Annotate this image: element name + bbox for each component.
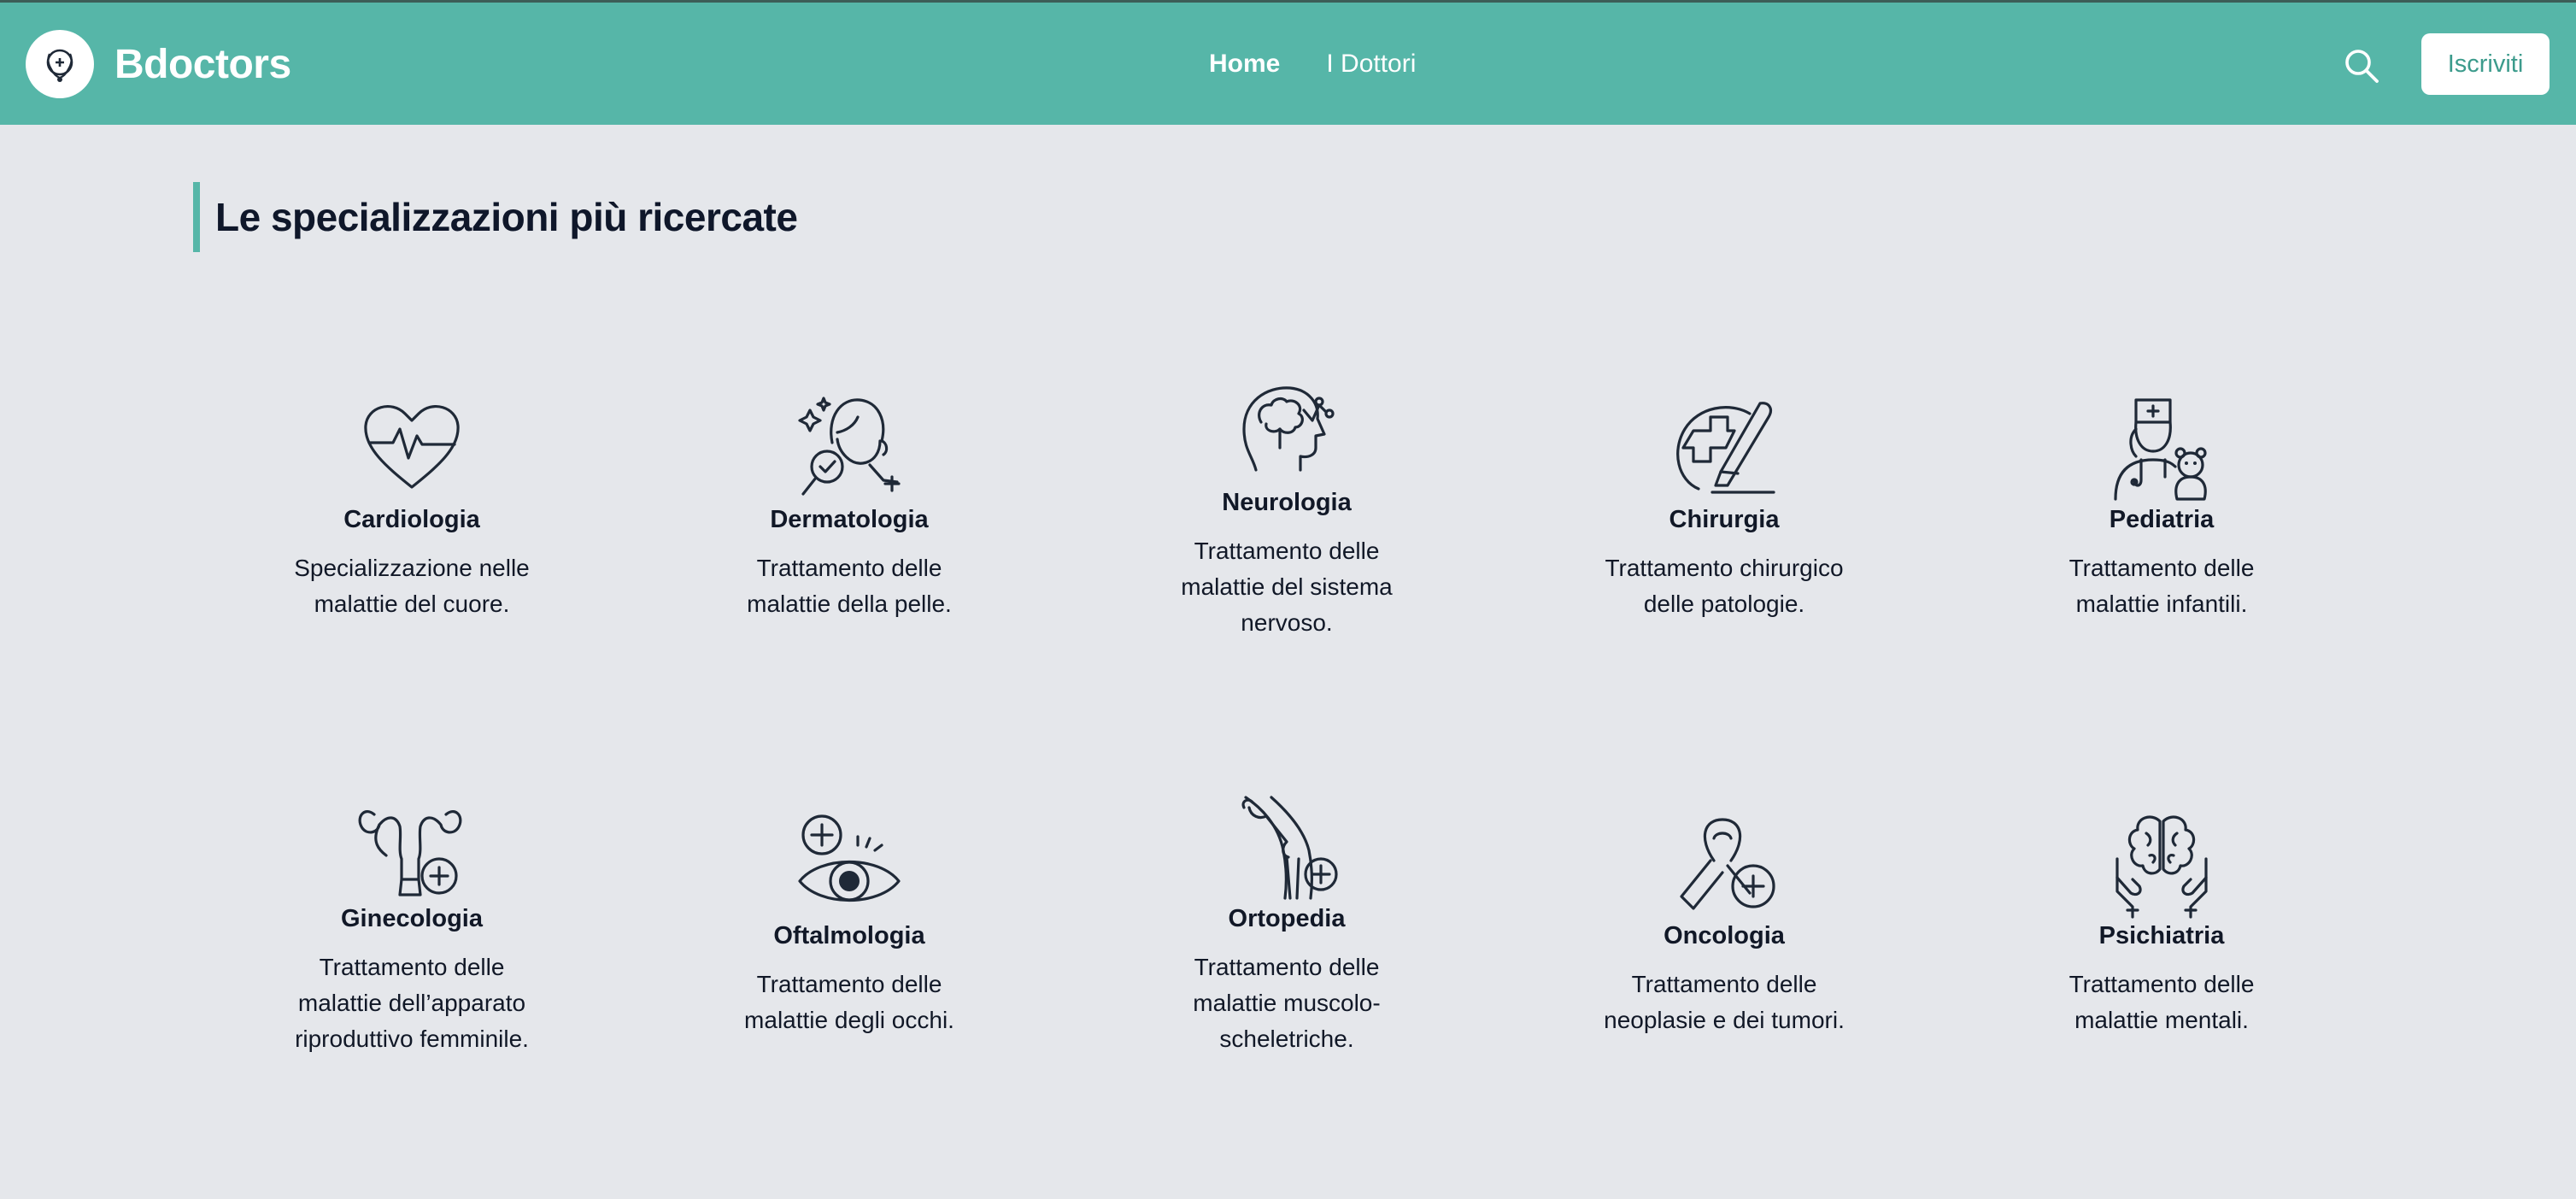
search-button[interactable] [2338,42,2385,90]
specialization-name: Dermatologia [770,506,929,533]
specialization-card-chirurgia[interactable]: Chirurgia Trattamento chirurgico delle p… [1545,391,1904,622]
specialization-card-ginecologia[interactable]: Ginecologia Trattamento delle malattie d… [232,791,591,1057]
specialization-card-dermatologia[interactable]: Dermatologia Trattamento delle malattie … [670,391,1029,622]
specialization-card-psichiatria[interactable]: Psichiatria Trattamento delle malattie m… [1982,808,2341,1038]
specialization-desc: Trattamento delle malattie mentali. [2068,971,2255,1033]
specialization-card-ortopedia[interactable]: Ortopedia Trattamento delle malattie mus… [1107,791,1466,1057]
heart-pulse-icon [364,405,460,489]
section-title: Le specializzazioni più ricercate [215,195,798,239]
specialization-card-oncologia[interactable]: Oncologia Trattamento delle neoplasie e … [1545,808,1904,1038]
specialization-name: Chirurgia [1669,506,1780,533]
section-header: Le specializzazioni più ricercate [193,182,798,252]
brand-name[interactable]: Bdoctors [114,35,291,95]
knee-bone-icon [1241,796,1338,900]
specialization-desc: Trattamento chirurgico delle patologie. [1605,555,1844,617]
specialization-desc: Trattamento delle neoplasie e dei tumori… [1604,971,1845,1033]
skin-magnifier-icon [798,397,901,496]
specialization-name: Cardiologia [343,506,480,533]
specialization-card-cardiologia[interactable]: Cardiologia Specializzazione nelle malat… [232,391,591,622]
stethoscope-logo-icon [46,49,73,82]
specialization-desc: Trattamento delle malattie muscolo-schel… [1193,954,1381,1052]
specialization-name: Pediatria [2109,506,2215,533]
nurse-teddy-icon [2114,398,2207,501]
specialization-card-oftalmologia[interactable]: Oftalmologia Trattamento delle malattie … [670,808,1029,1038]
specialization-name: Neurologia [1222,489,1352,516]
specialization-desc: Trattamento delle malattie degli occhi. [744,971,954,1033]
nav-dottori[interactable]: I Dottori [1326,45,1416,83]
uterus-icon [358,810,462,896]
main-nav: Home I Dottori [1209,45,1416,83]
specialization-name: Oftalmologia [773,922,925,949]
site-header: Bdoctors Home I Dottori Iscriviti [0,3,2576,125]
specialization-desc: Trattamento delle malattie del sistema n… [1181,538,1393,636]
specialization-name: Ortopedia [1228,905,1346,932]
nav-home[interactable]: Home [1209,45,1280,83]
specialization-card-pediatria[interactable]: Pediatria Trattamento delle malattie inf… [1982,391,2341,622]
specialization-name: Oncologia [1664,922,1785,949]
specialization-desc: Trattamento delle malattie dell’apparato… [295,954,529,1052]
brain-head-icon [1242,386,1335,472]
specialization-desc: Specializzazione nelle malattie del cuor… [294,555,530,617]
specialization-card-neurologia[interactable]: Neurologia Trattamento delle malattie de… [1107,374,1466,641]
search-icon [2345,50,2379,83]
specialization-desc: Trattamento delle malattie della pelle. [747,555,952,617]
brain-hands-icon [2115,815,2208,919]
eye-plus-icon [798,814,901,902]
specialization-name: Psichiatria [2098,922,2225,949]
logo[interactable] [26,30,94,98]
ribbon-plus-icon [1680,818,1775,910]
signup-button[interactable]: Iscriviti [2421,33,2550,95]
scalpel-cross-icon [1676,402,1775,494]
specialization-name: Ginecologia [341,905,483,932]
specialization-desc: Trattamento delle malattie infantili. [2068,555,2255,617]
